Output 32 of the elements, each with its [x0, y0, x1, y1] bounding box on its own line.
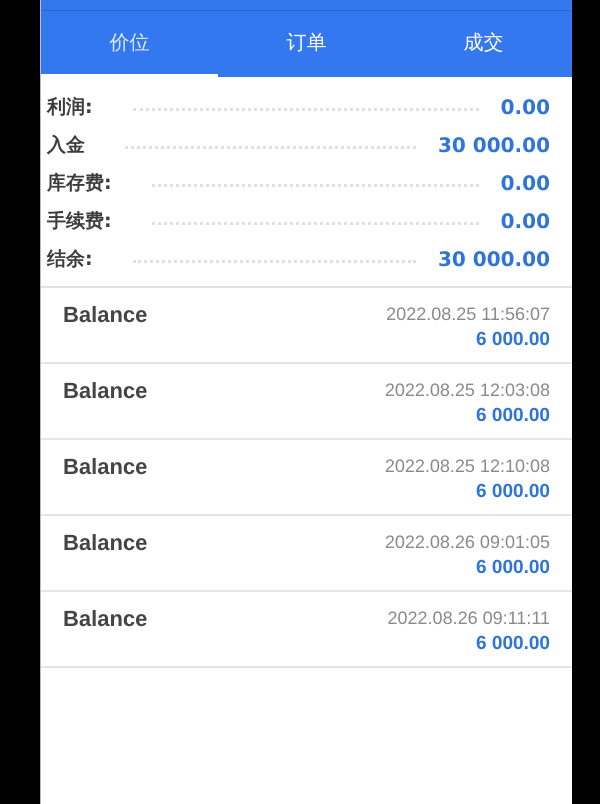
deal-amount: 6 000.00 [476, 633, 550, 655]
summary-label: 手续费: [47, 208, 112, 234]
deal-type: Balance [63, 606, 148, 632]
deal-amount: 6 000.00 [476, 405, 550, 427]
deal-type: Balance [63, 378, 148, 404]
deal-row[interactable]: Balance 2022.08.26 09:11:11 6 000.00 [41, 592, 572, 668]
tab[interactable]: 订单 [218, 11, 395, 77]
deal-time: 2022.08.25 12:10:08 [384, 456, 550, 477]
deal-type: Balance [63, 530, 148, 556]
summary-label: 结余: [47, 246, 93, 272]
deal-time: 2022.08.25 12:03:08 [384, 380, 550, 401]
summary-label: 库存费: [47, 170, 112, 196]
deal-row[interactable]: Balance 2022.08.25 12:10:08 6 000.00 [41, 440, 572, 516]
summary-value: 0.00 [500, 170, 550, 194]
deal-row[interactable]: Balance 2022.08.26 09:01:05 6 000.00 [41, 516, 572, 592]
deal-amount: 6 000.00 [476, 329, 550, 351]
summary-value: 0.00 [500, 208, 550, 232]
deal-type: Balance [63, 302, 148, 328]
deal-row[interactable]: Balance 2022.08.25 12:03:08 6 000.00 [41, 364, 572, 440]
deal-type: Balance [63, 454, 148, 480]
deal-amount: 6 000.00 [476, 481, 550, 503]
summary-value: 30 000.00 [438, 246, 550, 270]
summary-value: 0.00 [500, 94, 550, 118]
deal-time: 2022.08.25 11:56:07 [386, 304, 550, 325]
deal-time: 2022.08.26 09:11:11 [388, 608, 550, 629]
summary-label: 利润: [47, 94, 93, 120]
summary-label: 入金 [47, 132, 85, 158]
deal-row[interactable]: Balance 2022.08.25 11:56:07 6 000.00 [41, 288, 572, 364]
deal-time: 2022.08.26 09:01:05 [384, 532, 550, 553]
deal-amount: 6 000.00 [476, 557, 550, 579]
summary-value: 30 000.00 [438, 132, 550, 156]
tab[interactable]: 成交 [395, 11, 572, 77]
